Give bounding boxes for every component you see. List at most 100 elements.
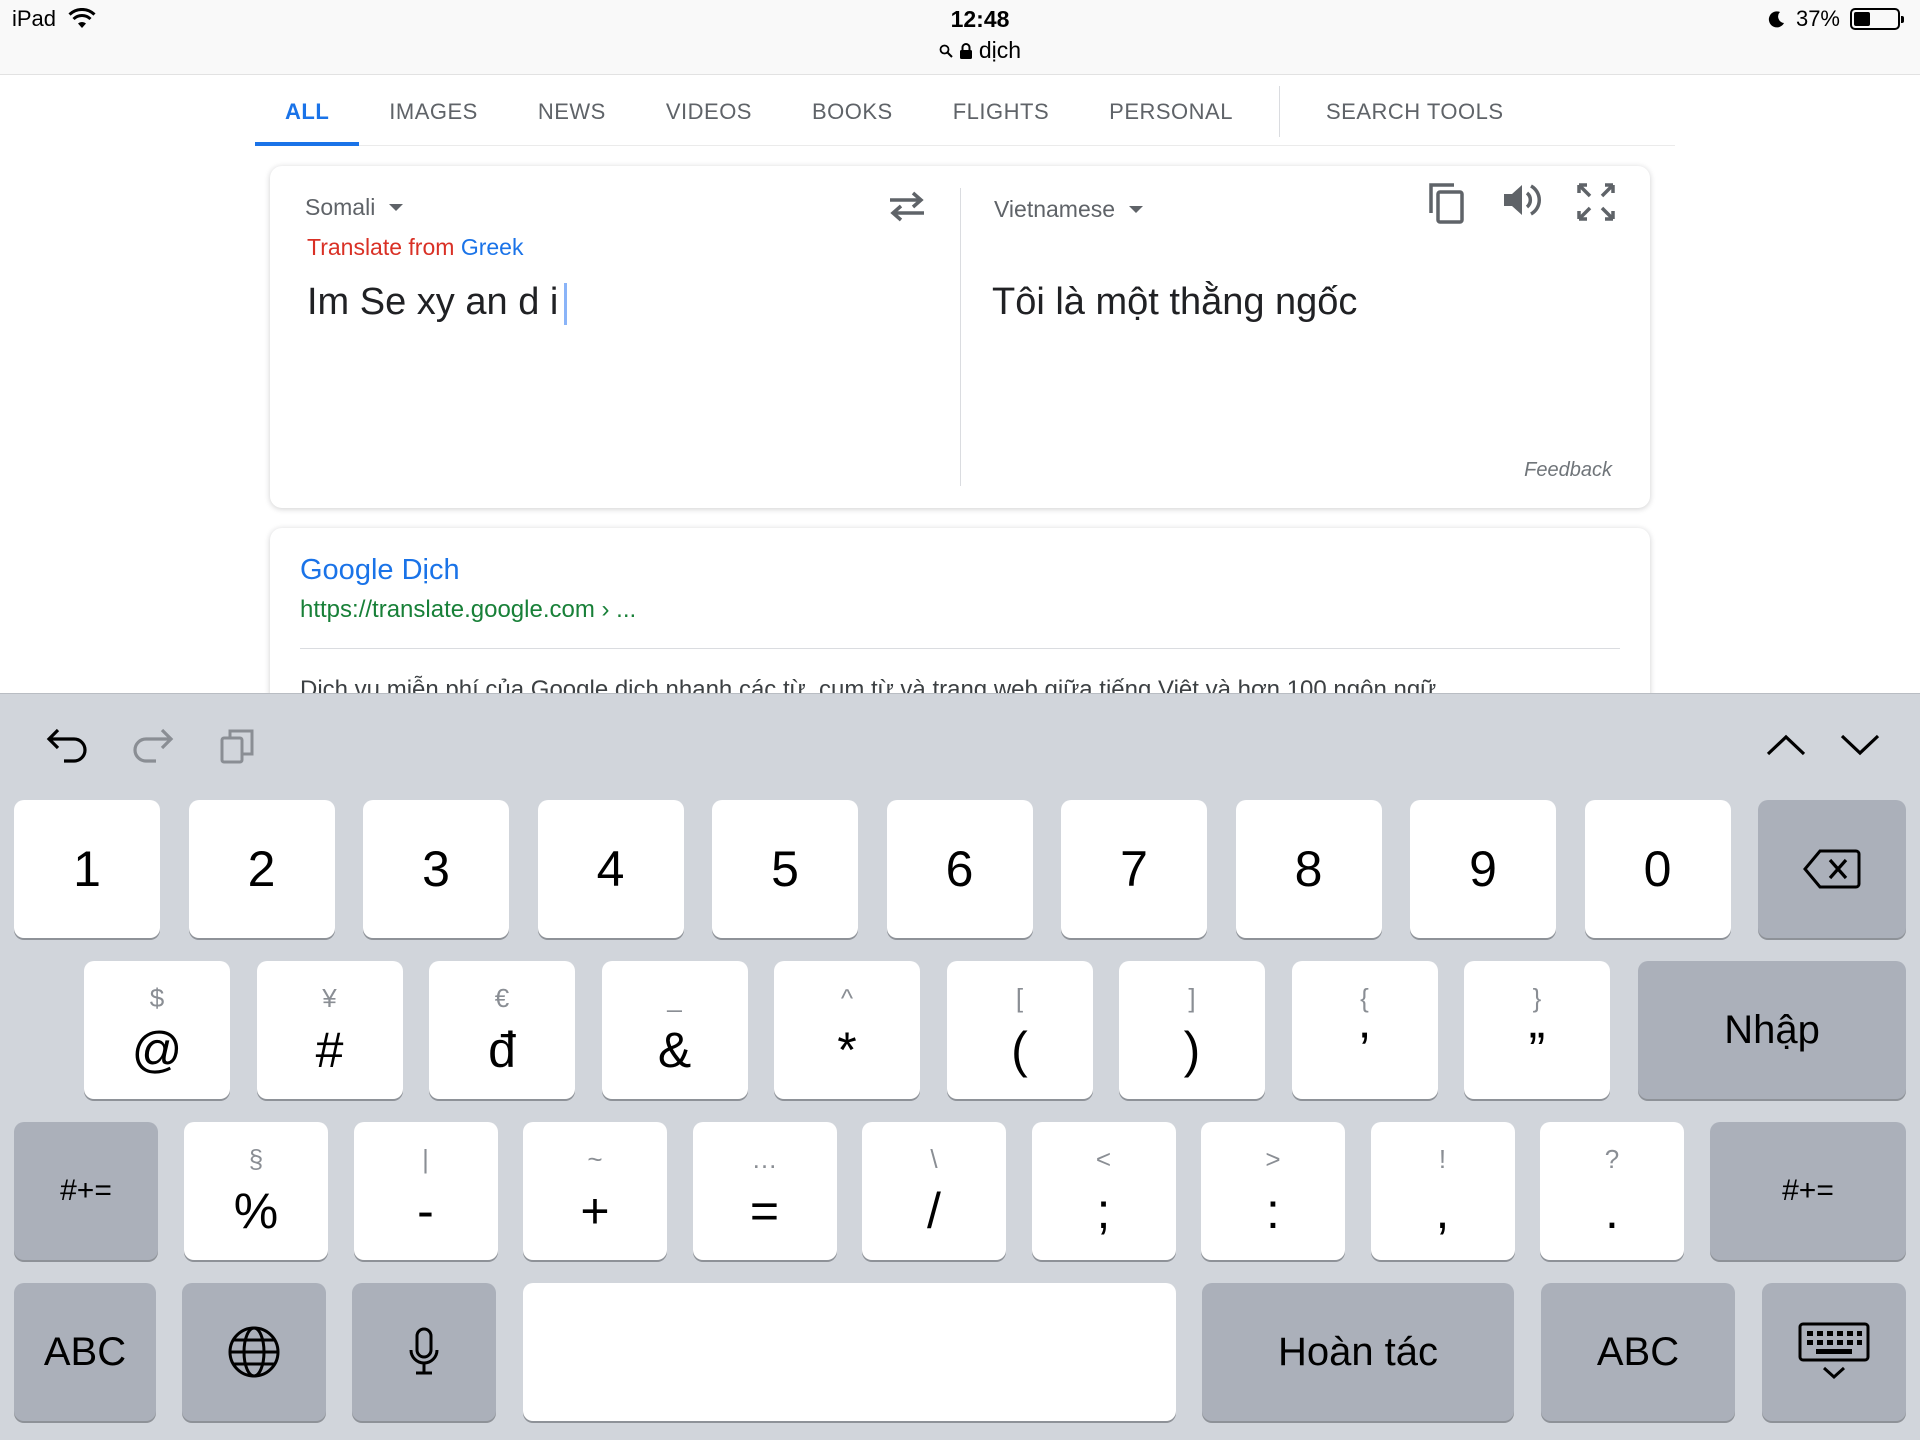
text-cursor	[564, 282, 568, 325]
key-alt-label: {	[1360, 983, 1369, 1013]
key-label: ,	[1435, 1183, 1450, 1239]
key-label: 2	[247, 841, 276, 897]
moon-icon	[1768, 11, 1784, 28]
key-label: 9	[1469, 841, 1497, 897]
tab-books[interactable]: BOOKS	[782, 78, 923, 145]
chevron-down-icon[interactable]	[1838, 732, 1882, 758]
key-alt-label: €	[494, 983, 510, 1013]
source-language-select[interactable]: Somali	[305, 194, 404, 221]
key-symbol[interactable]: }”	[1464, 961, 1610, 1099]
tab-news[interactable]: NEWS	[508, 78, 636, 145]
target-language-label: Vietnamese	[994, 196, 1116, 222]
key-symbol[interactable]: ~ +	[523, 1122, 667, 1260]
key-9[interactable]: 9	[1410, 800, 1556, 938]
status-bar: iPad 12:48 dịch 37%	[0, 0, 1920, 75]
symbols-key[interactable]: #+=	[1710, 1122, 1906, 1260]
return-key[interactable]: Nhập	[1638, 961, 1906, 1099]
key-alt-label: }	[1532, 983, 1542, 1013]
abc-key[interactable]: ABC	[1541, 1283, 1735, 1421]
address-bar[interactable]: dịch	[0, 37, 1920, 64]
key-5[interactable]: 5	[712, 800, 858, 938]
key-alt-label: !	[1438, 1144, 1447, 1174]
keyboard-hide-icon	[1798, 1322, 1870, 1380]
key-7[interactable]: 7	[1061, 800, 1207, 938]
key-symbol[interactable]: ¥ #	[256, 961, 403, 1099]
key-symbol[interactable]: _ &	[601, 961, 748, 1099]
translate-from-language-link[interactable]: Greek	[461, 234, 524, 260]
source-language-label: Somali	[305, 194, 376, 220]
key-symbol[interactable]: >:	[1201, 1122, 1345, 1260]
key-label: ’	[1358, 1022, 1371, 1078]
result-url[interactable]: https://translate.google.com › ...	[300, 596, 636, 624]
key-symbol[interactable]: ])	[1119, 961, 1265, 1099]
globe-key[interactable]	[182, 1283, 326, 1421]
translate-from-suggestion: Translate from Greek	[307, 234, 523, 261]
search-icon	[939, 44, 953, 58]
space-key[interactable]	[523, 1283, 1176, 1421]
tab-personal[interactable]: PERSONAL	[1079, 78, 1263, 145]
abc-key[interactable]: ABC	[14, 1283, 156, 1421]
key-alt-label: [	[1015, 983, 1024, 1013]
copy-icon[interactable]	[1426, 180, 1468, 226]
target-language-select[interactable]: Vietnamese	[994, 196, 1144, 223]
key-symbol[interactable]: [(	[946, 961, 1093, 1099]
swap-languages-icon[interactable]	[887, 188, 927, 224]
address-text: dịch	[978, 37, 1022, 63]
symbols-key[interactable]: #+=	[14, 1122, 158, 1260]
result-title-link[interactable]: Google Dịch	[300, 554, 460, 587]
fullscreen-icon[interactable]	[1576, 182, 1616, 222]
key-alt-label: §	[248, 1144, 264, 1174]
key-symbol[interactable]: !,	[1370, 1122, 1515, 1260]
key-alt-label: ?	[1604, 1144, 1620, 1174]
key-2[interactable]: 2	[188, 800, 335, 938]
tab-search-tools[interactable]: SEARCH TOOLS	[1296, 78, 1534, 145]
key-symbol[interactable]: ?.	[1540, 1122, 1684, 1260]
chevron-up-icon[interactable]	[1764, 732, 1808, 758]
key-alt-label: \	[930, 1144, 938, 1174]
key-label: Hoàn tác	[1277, 1329, 1439, 1374]
key-1[interactable]: 1	[14, 800, 160, 938]
source-text: Im Se xy an d i	[307, 281, 559, 323]
key-label: 5	[771, 841, 799, 897]
key-label: %	[233, 1183, 279, 1239]
tab-images[interactable]: IMAGES	[359, 78, 508, 145]
translated-text: Tôi là một thằng ngốc	[992, 281, 1358, 323]
key-3[interactable]: 3	[363, 800, 509, 938]
key-symbol[interactable]: $ @	[84, 961, 230, 1099]
speaker-icon[interactable]	[1500, 180, 1544, 220]
key-symbol[interactable]: | -	[353, 1122, 498, 1260]
key-symbol[interactable]: <;	[1031, 1122, 1176, 1260]
tab-videos[interactable]: VIDEOS	[636, 78, 782, 145]
key-label: )	[1183, 1022, 1201, 1078]
key-label: =	[749, 1183, 780, 1239]
dictation-key[interactable]	[352, 1283, 496, 1421]
feedback-link[interactable]: Feedback	[1524, 459, 1612, 482]
key-0[interactable]: 0	[1584, 800, 1731, 938]
undo-key[interactable]: Hoàn tác	[1202, 1283, 1514, 1421]
paste-icon[interactable]	[220, 726, 256, 766]
key-alt-label: $	[149, 983, 165, 1013]
key-label: ;	[1096, 1183, 1111, 1239]
tab-flights[interactable]: FLIGHTS	[923, 78, 1079, 145]
key-symbol[interactable]: §%	[184, 1122, 328, 1260]
microphone-icon	[409, 1327, 439, 1375]
source-text-input[interactable]: Im Se xy an d i	[307, 281, 568, 325]
key-label: ”	[1528, 1022, 1546, 1078]
tab-separator	[1278, 86, 1280, 137]
key-8[interactable]: 8	[1235, 800, 1382, 938]
key-symbol[interactable]: € đ	[429, 961, 575, 1099]
key-symbol[interactable]: ^ *	[774, 961, 920, 1099]
key-symbol[interactable]: {’	[1291, 961, 1438, 1099]
hide-keyboard-key[interactable]	[1762, 1283, 1906, 1421]
key-alt-label: <	[1095, 1144, 1112, 1174]
undo-icon[interactable]	[44, 724, 90, 766]
redo-icon[interactable]	[130, 724, 176, 766]
tab-all[interactable]: ALL	[255, 78, 360, 146]
backspace-key[interactable]	[1758, 800, 1906, 938]
key-6[interactable]: 6	[886, 800, 1033, 938]
key-4[interactable]: 4	[537, 800, 684, 938]
key-label: 6	[945, 841, 974, 897]
on-screen-keyboard: 1 2 3 4 5 6 7 8 9 0 $ @ ¥ # € đ _ & ^ *[(]){’}” Nhập #+= §% | - ~…	[0, 693, 1920, 1440]
key-symbol[interactable]: \ /	[862, 1122, 1006, 1260]
key-symbol[interactable]: … =	[692, 1122, 837, 1260]
